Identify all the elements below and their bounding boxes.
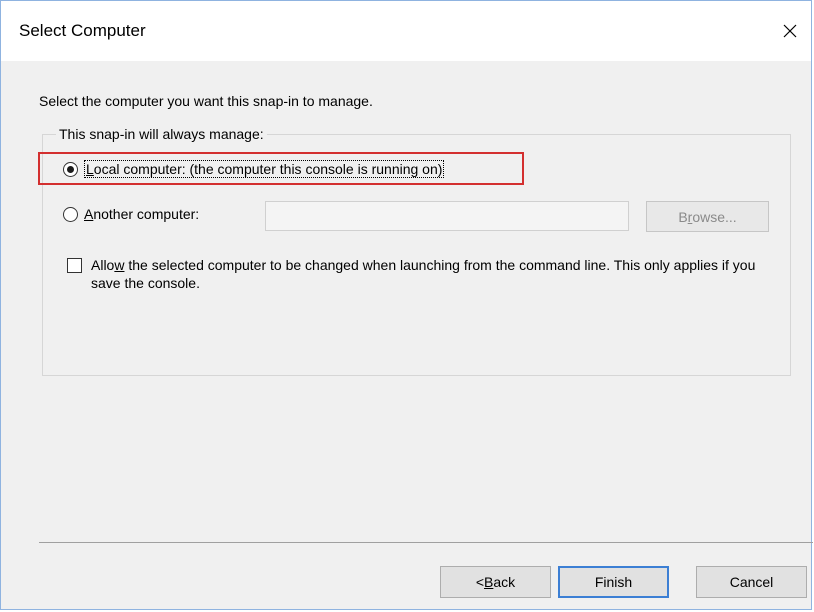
close-icon [783,24,797,38]
another-computer-option[interactable]: Another computer: [63,206,199,222]
local-computer-radio[interactable] [63,161,78,177]
cancel-button[interactable]: Cancel [696,566,807,598]
computer-name-input[interactable] [265,201,629,231]
instruction-text: Select the computer you want this snap-i… [39,93,373,109]
select-computer-dialog: Select Computer Select the computer you … [0,0,813,610]
dialog-body: Select the computer you want this snap-i… [1,61,813,609]
close-button[interactable] [769,11,811,51]
browse-button[interactable]: Br owse... [646,201,769,232]
radio-selected-dot [67,165,74,173]
groupbox-legend: This snap-in will always manage: [56,126,267,142]
allow-change-checkbox[interactable] [67,258,82,273]
local-computer-option[interactable]: Local computer: (the computer this conso… [63,160,445,178]
window-title: Select Computer [19,21,146,40]
allow-change-label[interactable]: Allow the selected computer to be change… [91,256,767,292]
back-button[interactable]: < Back [440,566,551,598]
local-computer-label[interactable]: Local computer: (the computer this conso… [84,160,445,178]
allow-change-option[interactable]: Allow the selected computer to be change… [67,256,767,292]
another-computer-radio[interactable] [63,206,78,222]
another-computer-label[interactable]: Another computer: [84,206,199,222]
finish-button[interactable]: Finish [558,566,669,598]
title-bar: Select Computer [1,1,811,61]
footer-separator [39,542,813,543]
